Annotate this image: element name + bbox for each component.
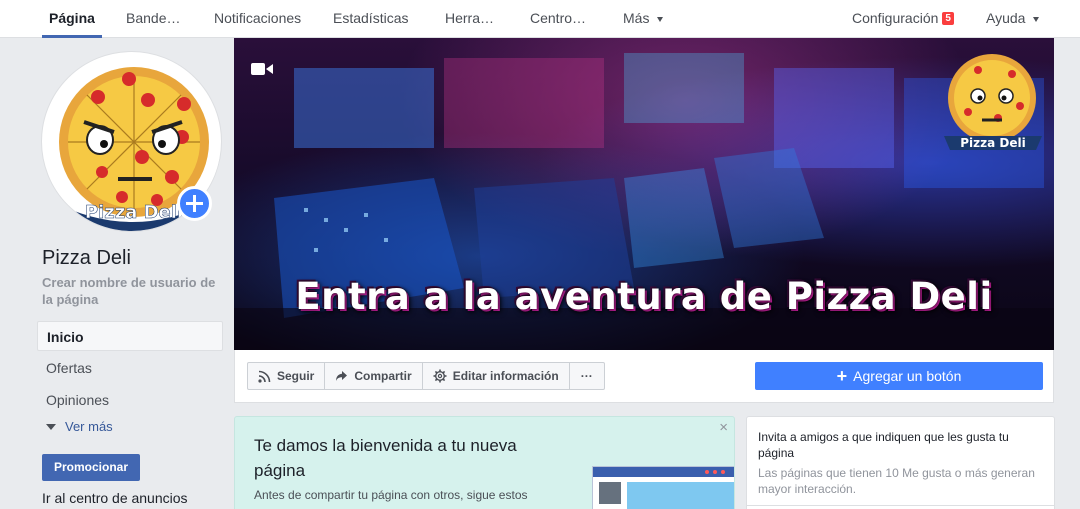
rss-icon [258, 370, 271, 383]
tab-pagina[interactable]: Página [42, 0, 102, 38]
chevron-down-icon [1033, 16, 1040, 22]
tab-estadisticas[interactable]: Estadísticas [333, 0, 408, 38]
follow-label: Seguir [277, 369, 315, 383]
invite-friends-card: Invita a amigos a que indiquen que les g… [746, 416, 1055, 509]
add-button-cta[interactable]: + Agregar un botón [755, 362, 1043, 390]
tab-bandeja[interactable]: Bande… [126, 0, 180, 38]
close-icon[interactable]: × [719, 419, 728, 436]
invite-title[interactable]: Invita a amigos a que indiquen que les g… [758, 429, 1048, 461]
tab-centro[interactable]: Centro… [530, 0, 586, 38]
create-username-link[interactable]: Crear nombre de usuario de la página [42, 274, 222, 308]
config-label: Configuración [852, 10, 939, 26]
tab-herramientas[interactable]: Herra… [445, 0, 494, 38]
share-button[interactable]: Compartir [325, 363, 423, 389]
sidebar-item-ofertas[interactable]: Ofertas [37, 353, 223, 383]
invite-body: Las páginas que tienen 10 Me gusta o más… [758, 466, 1035, 496]
cover-photo[interactable]: Pizza Deli Entra a la aventura de Pizza … [234, 38, 1054, 350]
action-button-group: Seguir Compartir Editar información ··· [247, 362, 605, 390]
help-link[interactable]: Ayuda [986, 0, 1040, 38]
help-label: Ayuda [986, 10, 1026, 26]
add-photo-button[interactable] [177, 186, 212, 221]
more-options-button[interactable]: ··· [570, 363, 604, 389]
config-badge: 5 [942, 12, 954, 25]
cover-headline: Entra a la aventura de Pizza Deli [295, 275, 993, 318]
tab-mas[interactable]: Más [623, 0, 664, 38]
plus-icon: + [836, 366, 848, 386]
tab-mas-label: Más [623, 10, 650, 26]
svg-text:Pizza Deli: Pizza Deli [85, 202, 183, 223]
page-title: Pizza Deli [42, 247, 131, 269]
share-arrow-icon [336, 371, 348, 381]
sidebar-item-inicio[interactable]: Inicio [37, 321, 223, 351]
chevron-down-icon [46, 424, 56, 430]
sidebar-item-opiniones[interactable]: Opiniones [37, 385, 223, 415]
welcome-card: × Te damos la bienvenida a tu nueva pági… [234, 416, 735, 509]
see-more-label: Ver más [65, 419, 113, 434]
welcome-body: Antes de compartir tu página con otros, … [254, 488, 528, 502]
page-action-bar: Seguir Compartir Editar información ··· … [234, 350, 1054, 403]
add-button-label: Agregar un botón [853, 368, 962, 384]
svg-text:Pizza Deli: Pizza Deli [960, 136, 1025, 150]
edit-info-label: Editar información [452, 369, 559, 383]
ads-center-link[interactable]: Ir al centro de anuncios [42, 490, 188, 506]
page-preview-illustration [592, 466, 734, 509]
edit-info-button[interactable]: Editar información [423, 363, 570, 389]
chevron-down-icon [657, 16, 664, 22]
page-top-nav: Página Bande… Notificaciones Estadística… [0, 0, 1080, 38]
tab-notificaciones[interactable]: Notificaciones [214, 0, 301, 38]
follow-button[interactable]: Seguir [248, 363, 326, 389]
share-label: Compartir [354, 369, 412, 383]
config-link[interactable]: Configuración 5 [852, 0, 954, 38]
pizza-logo-icon: Pizza Deli [944, 54, 1042, 150]
gear-icon [433, 369, 447, 383]
see-more-link[interactable]: Ver más [46, 419, 113, 434]
divider [747, 505, 1054, 506]
promote-button[interactable]: Promocionar [42, 454, 140, 481]
welcome-title: Te damos la bienvenida a tu nueva página [254, 436, 517, 480]
video-camera-icon[interactable] [251, 61, 273, 77]
